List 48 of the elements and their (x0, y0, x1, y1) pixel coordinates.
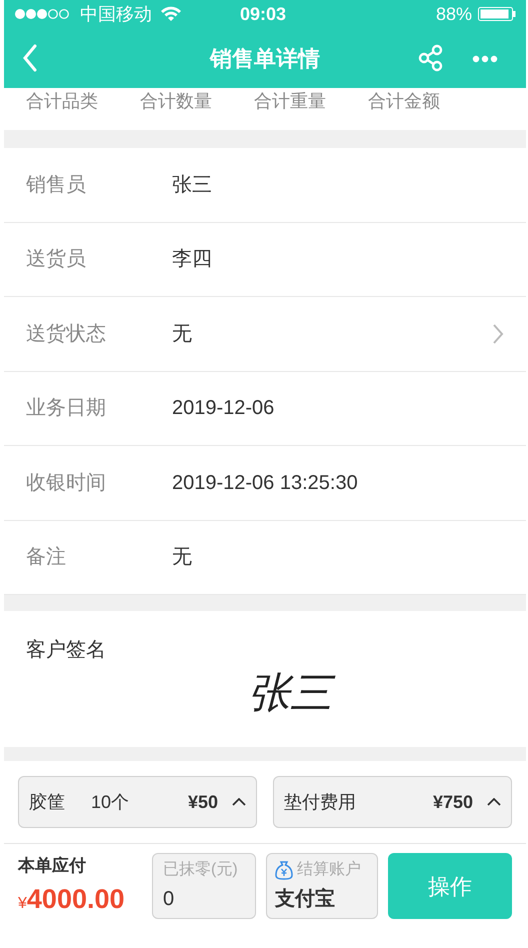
caret-up-icon (487, 798, 501, 806)
field-value: 无 (172, 545, 192, 570)
summary-label: 合计重量 (254, 90, 326, 113)
fee-amount: ¥750 (432, 790, 473, 814)
rounding-value: 0 (163, 887, 176, 912)
money-bag-icon (275, 860, 293, 880)
total-amount: 4000.00 (26, 882, 125, 916)
field-value: 2019-12-06 (172, 396, 274, 422)
summary-label: 合计品类 (26, 90, 98, 113)
back-button[interactable] (22, 44, 38, 72)
share-icon[interactable] (418, 44, 444, 72)
battery-icon (478, 6, 516, 22)
field-value: 张三 (172, 172, 212, 198)
fee-label: 胶筐 (29, 790, 65, 814)
account-value: 支付宝 (275, 886, 336, 912)
chevron-right-icon (492, 322, 504, 345)
fee-button[interactable]: 垫付费用 ¥750 (273, 776, 512, 828)
field-value: 2019-12-06 13:25:30 (172, 470, 358, 496)
rounding-label: 已抹零(元) (163, 860, 239, 880)
field-label: 业务日期 (26, 396, 107, 422)
account-label: 结算账户 (297, 860, 361, 880)
fee-amount: ¥50 (188, 790, 218, 814)
field-label: 备注 (26, 545, 67, 570)
wifi-icon (160, 6, 182, 22)
summary-label: 合计数量 (140, 90, 212, 113)
summary-label: 合计金额 (368, 90, 440, 113)
field-value: 李四 (172, 247, 212, 272)
delivery-status-row[interactable]: 送货状态 无 (4, 297, 526, 372)
fee-label: 垫付费用 (284, 790, 356, 814)
status-time: 09:03 (240, 2, 286, 26)
field-label: 收银时间 (26, 470, 107, 496)
field-label: 送货状态 (26, 322, 107, 347)
back-icon (22, 44, 38, 72)
total-label: 本单应付 (18, 855, 87, 877)
caret-up-icon (232, 798, 246, 806)
signature-label: 客户签名 (26, 638, 106, 663)
more-icon[interactable] (472, 55, 498, 63)
field-label: 销售员 (26, 172, 87, 198)
page-title: 销售单详情 (210, 44, 320, 72)
currency-symbol: ¥ (18, 894, 27, 914)
rounding-field[interactable]: 已抹零(元) 0 (152, 853, 256, 919)
field-label: 送货员 (26, 247, 87, 272)
fee-count: 10个 (91, 790, 130, 814)
account-selector[interactable]: 结算账户 支付宝 (266, 853, 378, 919)
fee-button[interactable]: 胶筐 10个 ¥50 (18, 776, 257, 828)
field-value: 无 (172, 322, 192, 347)
battery-percent: 88% (436, 2, 472, 26)
carrier-name: 中国移动 (80, 2, 152, 26)
